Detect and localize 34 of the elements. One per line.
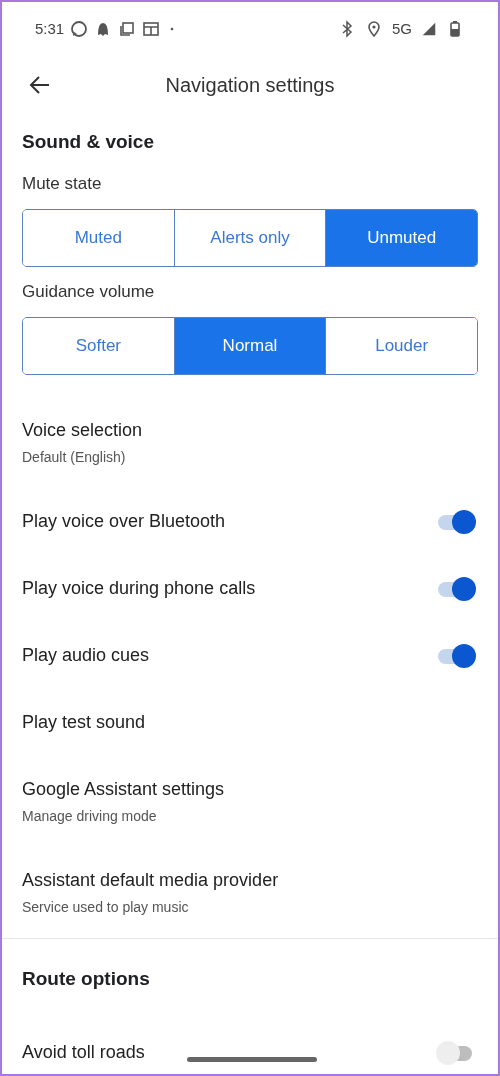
setting-row[interactable]: Play test sound — [2, 689, 498, 756]
layout-icon — [142, 19, 161, 38]
setting-title: Play voice over Bluetooth — [22, 511, 226, 532]
copy-icon — [118, 19, 137, 38]
setting-title: Assistant default media provider — [22, 870, 279, 891]
segment-option[interactable]: Normal — [173, 318, 326, 374]
segment-option[interactable]: Unmuted — [325, 210, 477, 266]
toggle-switch[interactable] — [436, 576, 476, 601]
section-heading: Route options — [21, 967, 151, 991]
toggle-switch[interactable] — [436, 643, 476, 668]
status-time: 5:31 — [35, 20, 65, 37]
setting-subtitle: Manage driving mode — [22, 808, 157, 824]
network-label: 5G — [392, 20, 412, 37]
setting-title: Play audio cues — [22, 645, 150, 666]
signal-icon — [421, 20, 437, 37]
setting-title: Avoid toll roads — [22, 1042, 145, 1063]
back-button[interactable] — [29, 74, 51, 96]
field-label: Mute state — [21, 173, 103, 195]
segment-option[interactable]: Louder — [325, 318, 477, 374]
setting-subtitle: Service used to play music — [22, 899, 189, 915]
screen-title: Navigation settings — [165, 73, 335, 97]
chat-icon — [70, 19, 89, 38]
setting-title: Voice selection — [22, 420, 143, 441]
setting-row[interactable]: Voice selection Default (English) — [2, 385, 498, 488]
setting-row[interactable]: Google Assistant settings Manage driving mode — [2, 756, 498, 847]
section-heading: Sound & voice — [21, 130, 155, 154]
location-icon — [365, 19, 383, 38]
toggle-switch[interactable] — [436, 509, 476, 534]
setting-title: Google Assistant settings — [22, 779, 225, 800]
setting-title: Play test sound — [22, 712, 146, 733]
setting-title: Play voice during phone calls — [22, 578, 256, 599]
setting-row[interactable]: Assistant default media provider Service used to play music — [2, 847, 498, 938]
setting-subtitle: Default (English) — [22, 449, 126, 465]
field-label: Guidance volume — [21, 281, 156, 303]
